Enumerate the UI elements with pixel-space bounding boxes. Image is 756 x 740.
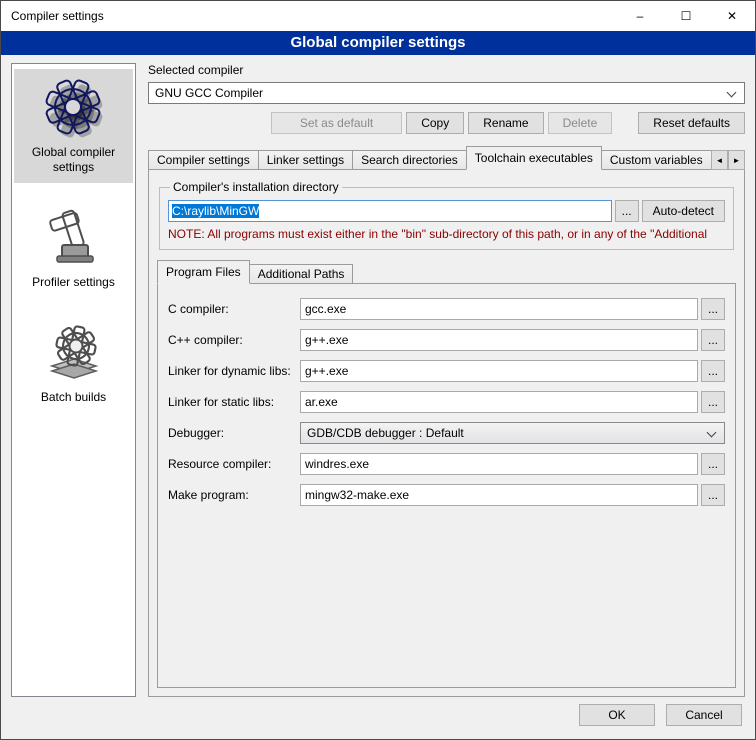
dialog-banner: Global compiler settings [1,31,755,55]
make-program-browse-button[interactable]: ... [701,484,725,506]
ok-button[interactable]: OK [579,704,655,726]
minimize-button[interactable]: – [617,1,663,31]
chevron-down-icon [707,428,717,438]
field-row-c-compiler: C compiler: ... [168,298,725,320]
chevron-down-icon [727,88,737,98]
make-program-input[interactable] [300,484,698,506]
tab-compiler-settings[interactable]: Compiler settings [148,150,259,170]
field-row-linker-static: Linker for static libs: ... [168,391,725,413]
subtab-additional-paths[interactable]: Additional Paths [249,264,354,284]
debugger-combobox[interactable]: GDB/CDB debugger : Default [300,422,725,444]
resource-compiler-browse-button[interactable]: ... [701,453,725,475]
tab-search-directories[interactable]: Search directories [352,150,467,170]
field-row-debugger: Debugger: GDB/CDB debugger : Default [168,422,725,444]
sidebar-item-batch-builds[interactable]: Batch builds [14,314,133,413]
installation-directory-value: C:\raylib\MinGW [172,204,259,218]
tab-scroll-left-button[interactable]: ◄ [711,150,728,170]
compiler-combobox[interactable]: GNU GCC Compiler [148,82,745,104]
resource-compiler-label: Resource compiler: [168,457,300,471]
debugger-combobox-value: GDB/CDB debugger : Default [307,426,464,440]
window-controls: – ☐ ✕ [617,1,755,31]
cpp-compiler-input[interactable] [300,329,698,351]
profiler-tool-icon [42,205,106,269]
c-compiler-input[interactable] [300,298,698,320]
cpp-compiler-browse-button[interactable]: ... [701,329,725,351]
titlebar: Compiler settings – ☐ ✕ [1,1,755,31]
linker-dynamic-input[interactable] [300,360,698,382]
c-compiler-label: C compiler: [168,302,300,316]
linker-dynamic-browse-button[interactable]: ... [701,360,725,382]
program-files-tabstrip: Program Files Additional Paths [157,260,736,284]
tab-custom-variables[interactable]: Custom variables [601,150,711,170]
sidebar-item-label: Profiler settings [16,275,131,290]
sidebar-item-profiler-settings[interactable]: Profiler settings [14,199,133,298]
maximize-button[interactable]: ☐ [663,1,709,31]
program-files-panel: C compiler: ... C++ compiler: ... [157,283,736,688]
cancel-button[interactable]: Cancel [666,704,742,726]
window-title: Compiler settings [1,9,104,23]
installation-directory-input[interactable]: C:\raylib\MinGW [168,200,612,222]
reset-defaults-button[interactable]: Reset defaults [638,112,745,134]
debugger-label: Debugger: [168,426,300,440]
cpp-compiler-label: C++ compiler: [168,333,300,347]
tab-scroll-right-button[interactable]: ► [728,150,745,170]
installation-directory-group: Compiler's installation directory C:\ray… [159,180,734,250]
toolchain-executables-panel: Compiler's installation directory C:\ray… [148,169,745,697]
field-row-resource-compiler: Resource compiler: ... [168,453,725,475]
dialog-footer: OK Cancel [1,701,755,739]
delete-button[interactable]: Delete [548,112,613,134]
linker-static-browse-button[interactable]: ... [701,391,725,413]
compiler-settings-window: Compiler settings – ☐ ✕ Global compiler … [0,0,756,740]
resource-compiler-input[interactable] [300,453,698,475]
linker-dynamic-label: Linker for dynamic libs: [168,364,300,378]
auto-detect-button[interactable]: Auto-detect [642,200,725,222]
linker-static-input[interactable] [300,391,698,413]
tab-toolchain-executables[interactable]: Toolchain executables [466,146,602,170]
settings-tabstrip: Compiler settings Linker settings Search… [148,146,745,170]
tabs-container: Compiler settings Linker settings Search… [148,146,711,170]
settings-category-list: Global compiler settings Profiler settin… [11,63,136,697]
sidebar-item-label: Batch builds [16,390,131,405]
tab-linker-settings[interactable]: Linker settings [258,150,353,170]
compiler-buttons-row: Set as default Copy Rename Delete Reset … [148,112,745,134]
sidebar-item-label: Global compiler settings [16,145,131,175]
gray-gear-stack-icon [42,320,106,384]
browse-directory-button[interactable]: ... [615,200,639,222]
compiler-combobox-value: GNU GCC Compiler [155,86,263,100]
linker-static-label: Linker for static libs: [168,395,300,409]
field-row-cpp-compiler: C++ compiler: ... [168,329,725,351]
subtab-program-files[interactable]: Program Files [157,260,250,284]
dialog-body: Global compiler settings Profiler settin… [1,55,755,701]
copy-button[interactable]: Copy [406,112,464,134]
installation-directory-row: C:\raylib\MinGW ... Auto-detect [168,200,725,222]
close-button[interactable]: ✕ [709,1,755,31]
set-as-default-button[interactable]: Set as default [271,112,402,134]
main-panel: Selected compiler GNU GCC Compiler Set a… [148,63,745,697]
make-program-label: Make program: [168,488,300,502]
installation-directory-group-title: Compiler's installation directory [170,180,342,194]
c-compiler-browse-button[interactable]: ... [701,298,725,320]
field-row-linker-dynamic: Linker for dynamic libs: ... [168,360,725,382]
sidebar-item-global-compiler-settings[interactable]: Global compiler settings [14,69,133,183]
field-row-make-program: Make program: ... [168,484,725,506]
selected-compiler-label: Selected compiler [148,63,745,77]
rename-button[interactable]: Rename [468,112,543,134]
blue-gear-icon [42,75,106,139]
note-text: NOTE: All programs must exist either in … [168,227,725,241]
